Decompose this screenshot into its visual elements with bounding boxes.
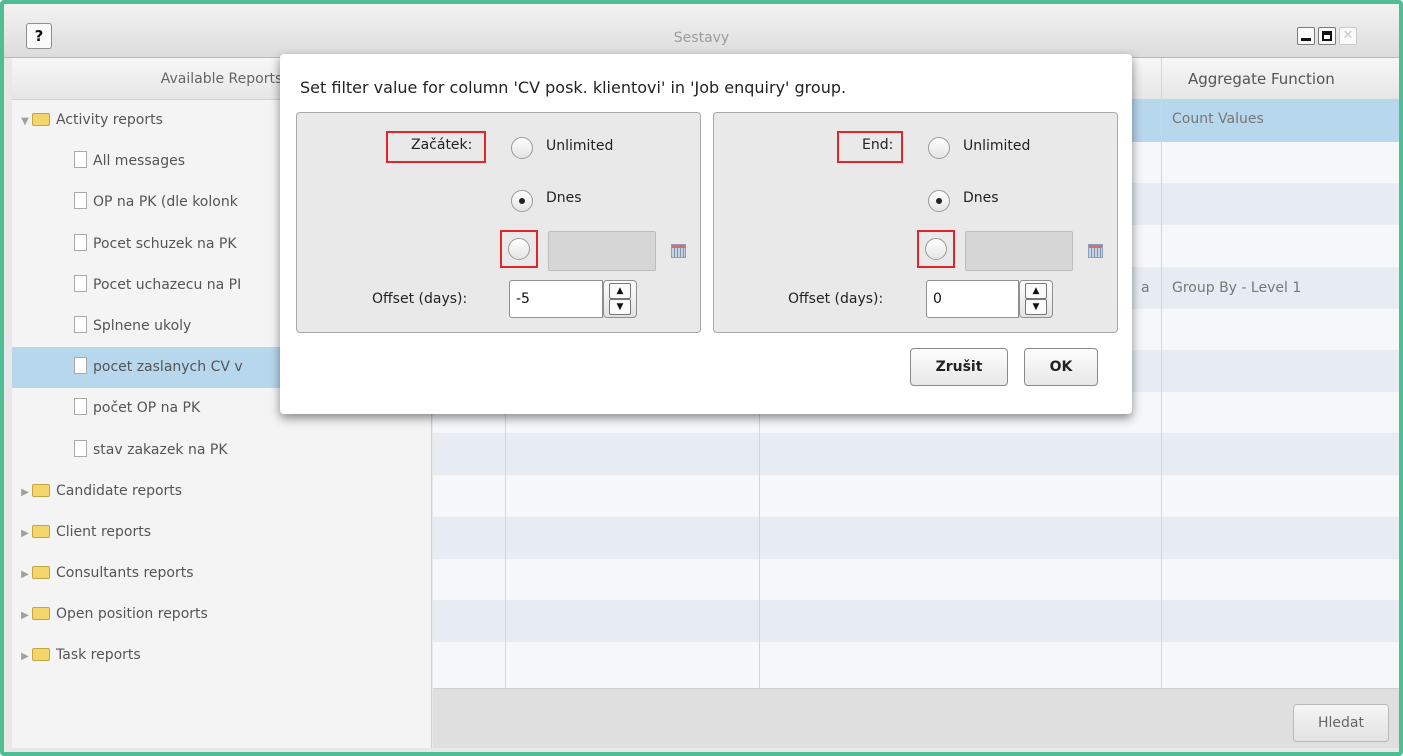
calendar-icon[interactable] [1088,244,1103,258]
end-date-field[interactable] [965,231,1073,271]
collapse-arrow-icon[interactable]: ▶ [18,554,32,595]
aggregate-function-header: Aggregate Function [1188,70,1335,88]
start-date-field[interactable] [548,231,656,271]
tree-item-stav-zakazek[interactable]: stav zakazek na PK [12,430,431,471]
document-icon [74,357,87,375]
start-date-radio[interactable] [508,238,530,260]
expand-arrow-icon[interactable]: ▼ [18,101,32,142]
grid-row[interactable] [433,600,1399,642]
grid-row[interactable] [433,433,1399,475]
title-bar: ? Sestavy ✕ [4,4,1399,58]
collapse-arrow-icon[interactable]: ▶ [18,636,32,677]
end-filter-panel: End: Unlimited Dnes Offset (days): 0 ▲ ▼ [713,112,1118,333]
end-unlimited-label[interactable]: Unlimited [963,138,1030,154]
aggregate-cell: Count Values [1172,111,1264,127]
column-divider[interactable] [1161,58,1162,688]
end-label: End: [862,137,894,153]
filter-dialog: Set filter value for column 'CV posk. kl… [280,54,1132,414]
start-unlimited-label[interactable]: Unlimited [546,138,613,154]
document-icon [74,192,87,210]
dialog-title: Set filter value for column 'CV posk. kl… [300,78,847,97]
end-date-radio[interactable] [925,238,947,260]
maximize-icon[interactable] [1318,27,1336,45]
window-title: Sestavy [673,30,730,46]
minimize-icon[interactable] [1297,27,1315,45]
aggregate-cell: Group By - Level 1 [1172,280,1302,296]
document-icon [74,398,87,416]
tree-folder-client-reports[interactable]: ▶ Client reports [12,512,431,553]
folder-icon [32,648,50,662]
grid-row[interactable] [433,517,1399,559]
end-today-label[interactable]: Dnes [963,190,999,206]
document-icon [74,439,87,457]
end-offset-input[interactable]: 0 [926,280,1019,318]
start-today-radio[interactable] [511,190,533,212]
end-offset-label: Offset (days): [788,291,884,307]
collapse-arrow-icon[interactable]: ▶ [18,513,32,554]
tree-folder-candidate-reports[interactable]: ▶ Candidate reports [12,471,431,512]
tree-item-label: pocet zaslanych CV v [93,359,243,376]
folder-icon [32,483,50,497]
folder-icon [32,524,50,538]
end-today-radio[interactable] [928,190,950,212]
document-icon [74,274,87,292]
folder-open-icon [32,113,50,126]
tree-item-label: All messages [93,153,186,170]
start-offset-stepper[interactable]: ▲ ▼ [603,280,637,318]
tree-item-label: Open position reports [56,606,208,623]
tree-item-label: Consultants reports [56,565,194,582]
tree-folder-open-position-reports[interactable]: ▶ Open position reports [12,594,431,635]
folder-icon [32,566,50,580]
grid-footer: Hledat [433,688,1399,748]
cancel-button[interactable]: Zrušit [910,348,1008,386]
tree-item-label: Activity reports [56,112,163,128]
arrow-down-icon[interactable]: ▼ [1025,299,1047,315]
calendar-icon[interactable] [671,244,686,258]
document-icon [74,233,87,251]
arrow-up-icon[interactable]: ▲ [1025,283,1047,299]
start-today-label[interactable]: Dnes [546,190,582,206]
tree-item-label: Pocet uchazecu na PI [93,276,242,293]
tree-item-label: Splnene ukoly [93,317,192,334]
collapse-arrow-icon[interactable]: ▶ [18,595,32,636]
start-unlimited-radio[interactable] [511,137,533,159]
tree-item-label: Candidate reports [56,482,183,499]
ok-button[interactable]: OK [1024,348,1098,386]
arrow-down-icon[interactable]: ▼ [609,299,631,315]
search-button[interactable]: Hledat [1293,704,1389,742]
start-label: Začátek: [411,137,473,153]
start-filter-panel: Začátek: Unlimited Dnes Offset (days): -… [296,112,701,333]
tree-item-label: Task reports [56,647,141,664]
tree-item-label: Client reports [56,523,152,540]
document-icon [74,315,87,333]
arrow-up-icon[interactable]: ▲ [609,283,631,299]
start-offset-input[interactable]: -5 [509,280,603,318]
tree-folder-task-reports[interactable]: ▶ Task reports [12,635,431,676]
tree-item-label: počet OP na PK [93,400,201,417]
document-icon [74,151,87,169]
close-icon[interactable]: ✕ [1339,27,1357,45]
tree-folder-consultants-reports[interactable]: ▶ Consultants reports [12,553,431,594]
folder-icon [32,607,50,621]
partial-cell: a [1141,280,1150,296]
tree-item-label: Pocet schuzek na PK [93,235,237,252]
tree-item-label: stav zakazek na PK [93,441,228,458]
tree-item-label: OP na PK (dle kolonk [93,194,238,211]
end-unlimited-radio[interactable] [928,137,950,159]
collapse-arrow-icon[interactable]: ▶ [18,472,32,513]
start-offset-label: Offset (days): [372,291,468,307]
end-offset-stepper[interactable]: ▲ ▼ [1019,280,1053,318]
